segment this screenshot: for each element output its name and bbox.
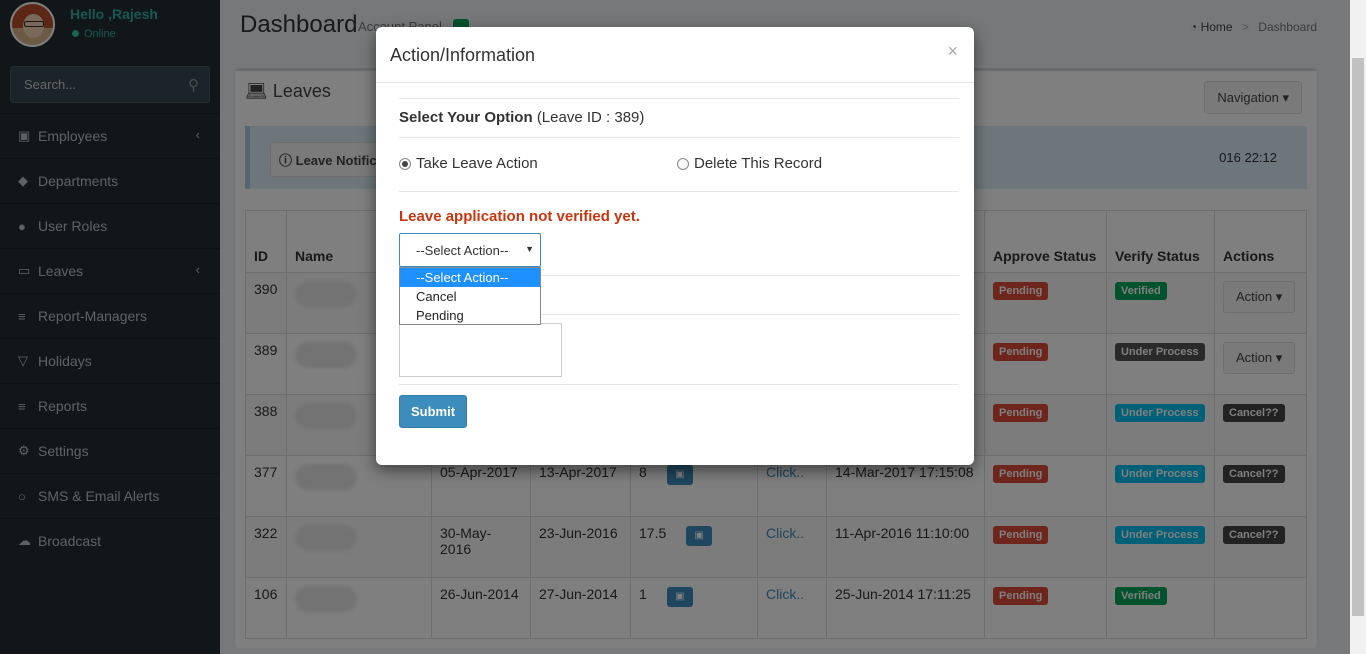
modal-header: Action/Information ×: [376, 27, 974, 83]
dropdown-option-pending[interactable]: Pending: [400, 306, 540, 325]
divider: [399, 137, 959, 138]
caret-down-icon: ▼: [525, 244, 534, 254]
page-scrollbar[interactable]: [1350, 0, 1366, 654]
radio-delete-record[interactable]: Delete This Record: [677, 155, 822, 172]
submit-button[interactable]: Submit: [399, 395, 467, 428]
divider: [399, 98, 959, 99]
action-modal: Action/Information × Select Your Option …: [376, 27, 974, 465]
dropdown-option-select[interactable]: --Select Action--: [400, 268, 540, 287]
radio-delete-record-label: Delete This Record: [694, 155, 823, 172]
divider: [399, 191, 959, 192]
action-dropdown-list: --Select Action-- Cancel Pending: [399, 267, 541, 325]
leave-id-text: (Leave ID : 389): [536, 109, 645, 126]
action-select-value: --Select Action--: [416, 243, 509, 258]
radio-take-action-label: Take Leave Action: [416, 155, 538, 172]
action-select[interactable]: --Select Action-- ▼: [399, 233, 541, 267]
warning-message: Leave application not verified yet.: [399, 208, 640, 225]
option-title: Select Your Option (Leave ID : 389): [399, 109, 644, 126]
scrollbar-thumb[interactable]: [1352, 58, 1364, 616]
divider: [399, 384, 959, 385]
modal-title: Action/Information: [390, 45, 536, 65]
radio-take-action[interactable]: Take Leave Action: [399, 155, 538, 172]
option-title-label: Select Your Option: [399, 109, 533, 126]
dropdown-option-cancel[interactable]: Cancel: [400, 287, 540, 306]
radio-checked-icon[interactable]: [399, 157, 411, 170]
radio-unchecked-icon[interactable]: [677, 157, 689, 170]
remarks-textarea[interactable]: [399, 323, 562, 377]
close-icon[interactable]: ×: [947, 41, 958, 62]
